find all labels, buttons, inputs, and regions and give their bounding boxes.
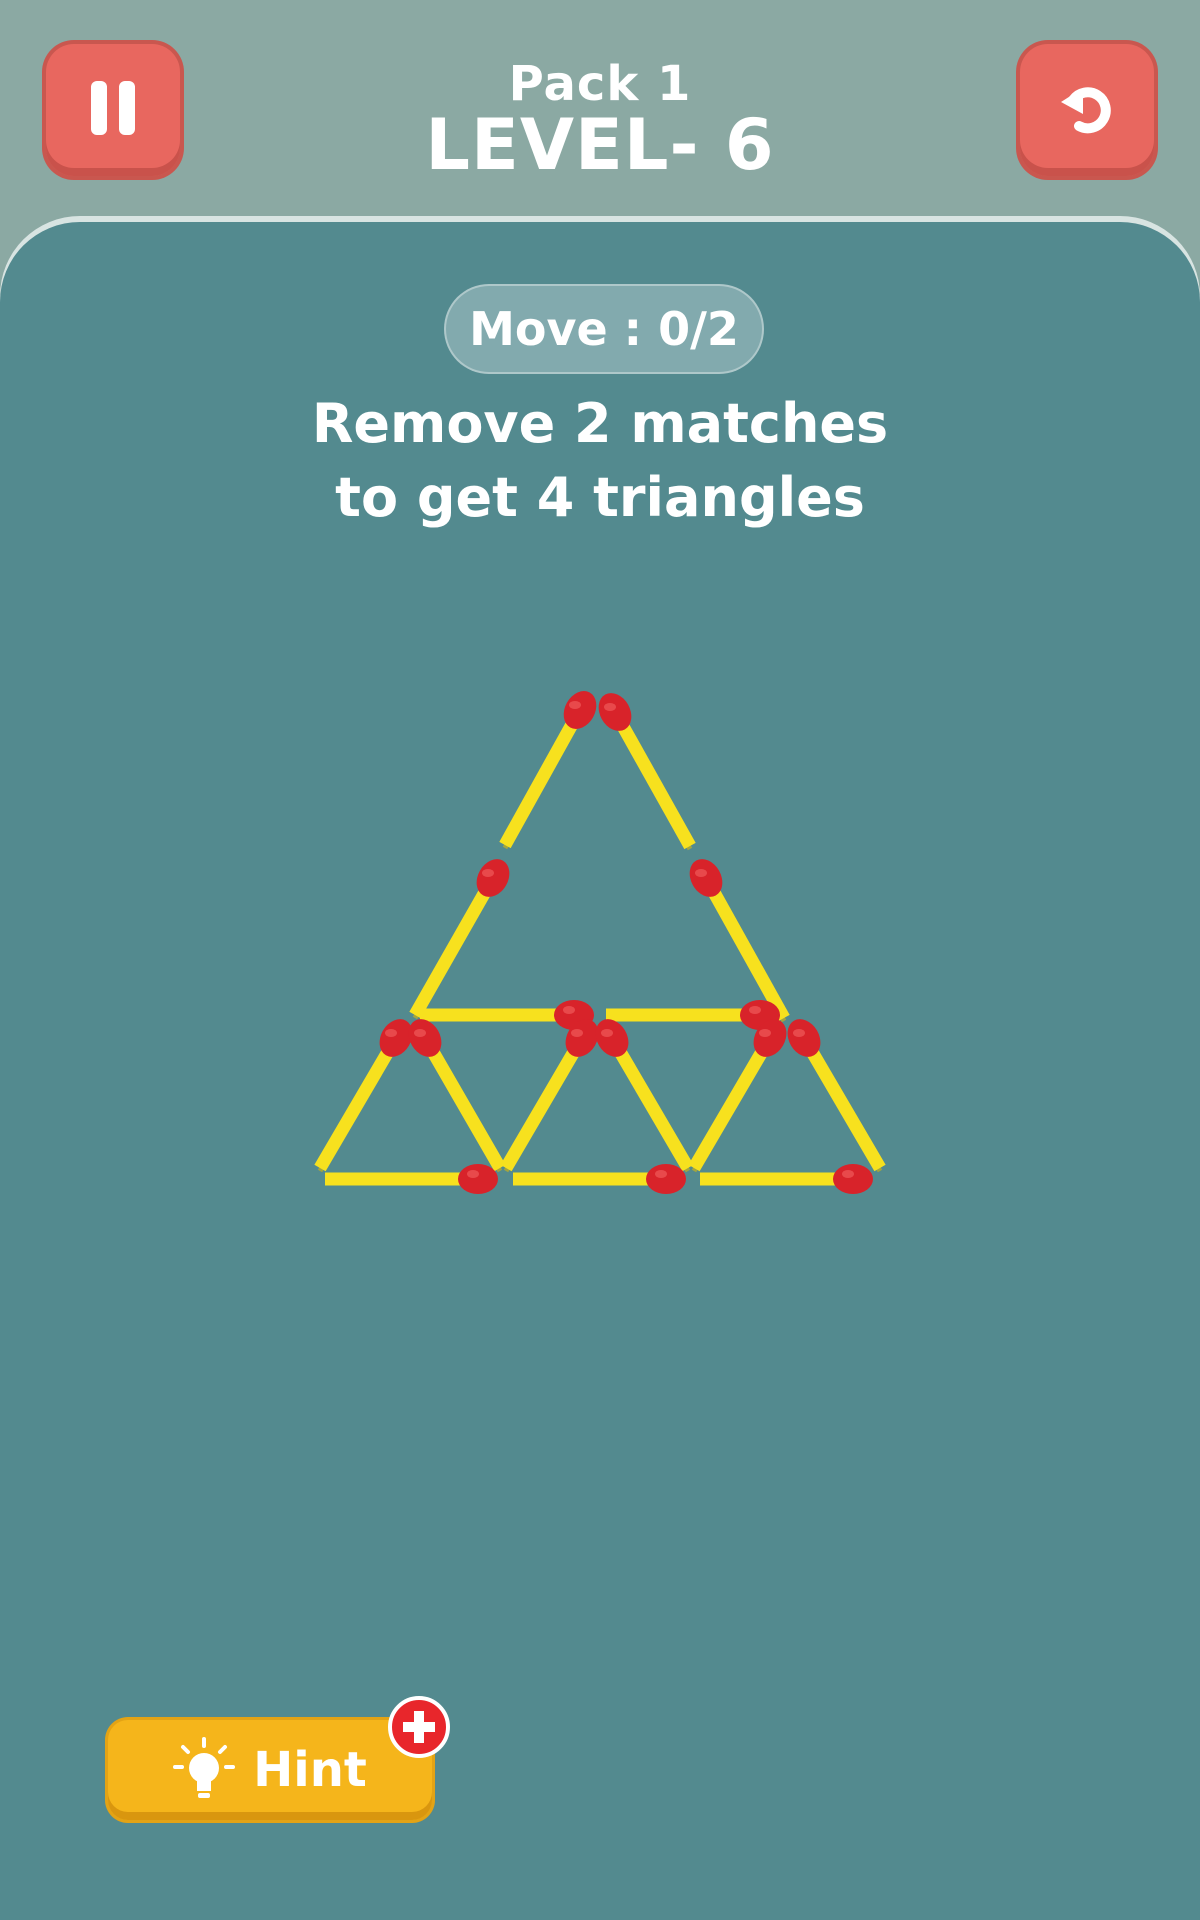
hint-button[interactable]: Hint	[108, 1720, 432, 1820]
matchstick[interactable]	[688, 1013, 793, 1173]
matchstick[interactable]	[325, 1164, 498, 1194]
matchstick[interactable]	[589, 1013, 694, 1173]
matchstick-head	[646, 1164, 686, 1194]
matchstick-body	[500, 1034, 588, 1172]
matchstick[interactable]	[700, 1164, 873, 1194]
matchstick-body	[700, 874, 790, 1022]
matchstick[interactable]	[500, 1013, 605, 1173]
matchstick[interactable]	[781, 1013, 886, 1173]
matchstick[interactable]	[409, 853, 516, 1020]
matchstick[interactable]	[402, 1013, 506, 1173]
matchstick-head	[833, 1164, 873, 1194]
matchstick[interactable]	[592, 687, 696, 851]
matchstick-puzzle	[314, 685, 886, 1194]
add-hints-button[interactable]	[388, 1696, 450, 1758]
matchstick[interactable]	[513, 1164, 686, 1194]
matchstick-body	[798, 1034, 886, 1172]
matchstick-body	[606, 1034, 694, 1172]
matchstick[interactable]	[683, 853, 790, 1023]
matchstick-body	[314, 1034, 402, 1172]
matchstick-body	[409, 874, 499, 1019]
matchstick-body	[499, 706, 586, 849]
matchstick-head	[458, 1164, 498, 1194]
plus-icon	[403, 1711, 435, 1743]
matchstick-body	[419, 1034, 506, 1172]
matchstick[interactable]	[314, 1013, 419, 1173]
matchstick[interactable]	[420, 1000, 594, 1030]
matchstick[interactable]	[499, 685, 603, 850]
matchstick-body	[688, 1034, 776, 1172]
hint-label: Hint	[253, 1742, 367, 1798]
matchstick-body	[609, 708, 696, 850]
matchstick[interactable]	[606, 1000, 780, 1030]
lightbulb-icon	[173, 1737, 236, 1798]
